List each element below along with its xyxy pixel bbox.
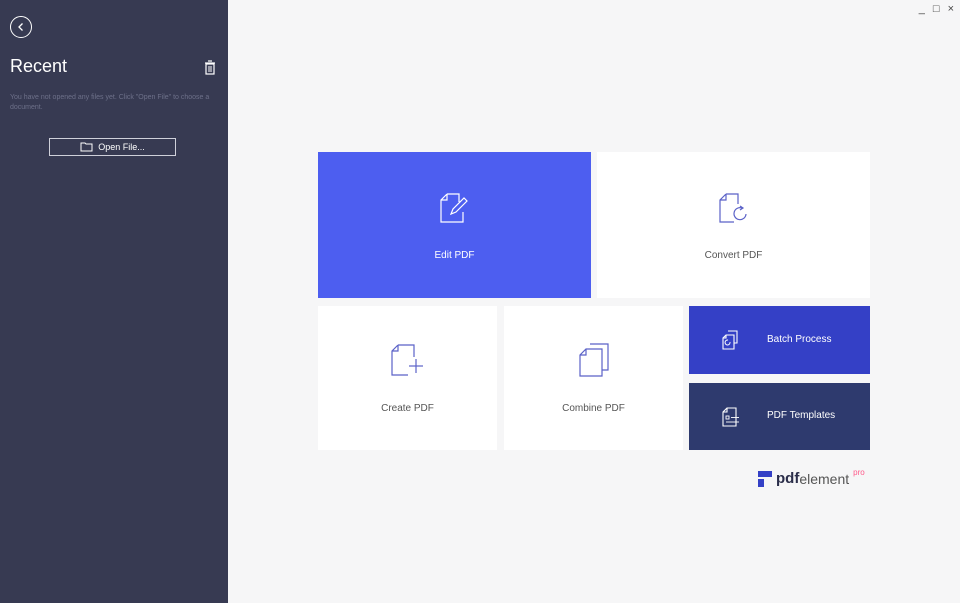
combine-pdf-tile[interactable]: Combine PDF — [504, 306, 683, 450]
back-arrow-icon — [18, 23, 23, 31]
create-pdf-label: Create PDF — [381, 403, 434, 414]
pdf-templates-tile[interactable]: PDF Templates — [689, 383, 870, 450]
empty-message: You have not opened any files yet. Click… — [10, 94, 210, 111]
window-controls: _ □ × — [919, 3, 954, 15]
convert-pdf-label: Convert PDF — [704, 250, 763, 261]
convert-pdf-tile[interactable]: Convert PDF — [597, 152, 870, 298]
trash-icon[interactable] — [203, 60, 217, 76]
create-pdf-tile[interactable]: Create PDF — [318, 306, 497, 450]
convert-doc-icon — [719, 193, 747, 223]
close-button[interactable]: × — [948, 3, 954, 15]
edit-pdf-label: Edit PDF — [434, 250, 475, 261]
create-doc-icon — [391, 344, 423, 376]
brand-pro: pro — [853, 468, 865, 477]
pdf-templates-label: PDF Templates — [767, 410, 836, 421]
back-button[interactable] — [10, 16, 32, 38]
edit-pdf-tile[interactable]: Edit PDF — [318, 152, 591, 298]
brand-element: element — [799, 470, 850, 487]
combine-doc-icon — [579, 343, 609, 377]
template-doc-icon — [722, 407, 739, 427]
open-file-label: Open File... — [98, 142, 145, 152]
pdfelement-logo: pdf element pro — [758, 468, 865, 487]
batch-process-tile[interactable]: Batch Process — [689, 306, 870, 374]
minimize-button[interactable]: _ — [919, 3, 925, 15]
batch-doc-icon — [722, 330, 738, 350]
batch-process-label: Batch Process — [767, 334, 832, 345]
maximize-button[interactable]: □ — [933, 3, 940, 15]
combine-pdf-label: Combine PDF — [562, 403, 625, 414]
pdfelement-logo-icon — [758, 470, 772, 487]
recent-title: Recent — [10, 56, 68, 76]
brand-pdf: pdf — [776, 470, 800, 487]
folder-icon — [80, 142, 93, 152]
open-file-button[interactable]: Open File... — [49, 138, 176, 156]
sidebar: Recent You have not opened any files yet… — [0, 0, 228, 603]
edit-doc-icon — [440, 193, 468, 223]
